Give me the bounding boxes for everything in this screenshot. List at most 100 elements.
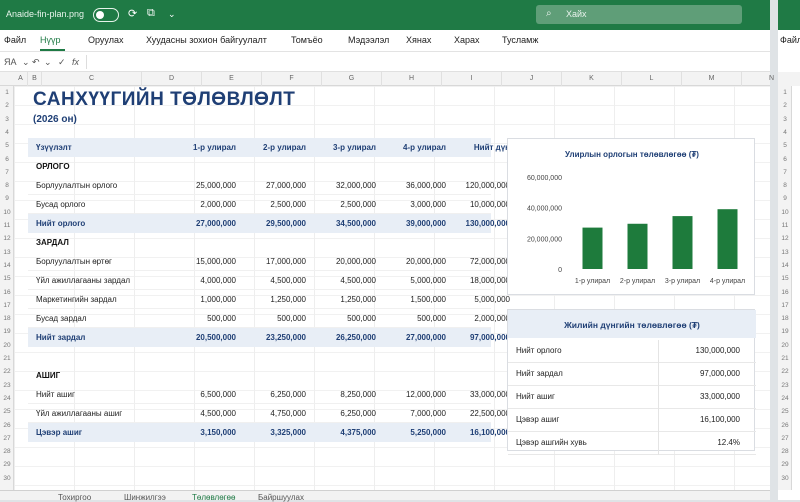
row-header[interactable]: 18 bbox=[0, 315, 14, 322]
row-header[interactable]: 25 bbox=[0, 408, 14, 415]
column-header-H[interactable]: H bbox=[382, 72, 442, 86]
row-header[interactable]: 26 bbox=[0, 422, 14, 429]
second-menu-file[interactable]: Файл bbox=[780, 35, 800, 45]
table-cell-value[interactable]: 1,000,000 bbox=[174, 295, 236, 304]
summary-value[interactable]: 12.4% bbox=[717, 438, 740, 447]
check-icon[interactable]: ✓ bbox=[58, 57, 66, 68]
table-cell-value[interactable]: 15,000,000 bbox=[174, 257, 236, 266]
table-cell-label[interactable]: Нийт орлого bbox=[36, 219, 85, 228]
table-cell-value[interactable]: 27,000,000 bbox=[244, 181, 306, 190]
undo-icon[interactable]: ↶ bbox=[32, 57, 40, 68]
row-header[interactable]: 28 bbox=[0, 448, 14, 455]
column-header-D[interactable]: D bbox=[142, 72, 202, 86]
formula-input[interactable] bbox=[86, 55, 766, 69]
column-header-G[interactable]: G bbox=[322, 72, 382, 86]
table-cell-value[interactable]: 20,000,000 bbox=[384, 257, 446, 266]
table-cell-value[interactable]: 120,000,000 bbox=[448, 181, 511, 190]
table-cell-value[interactable]: 10,000,000 bbox=[448, 200, 510, 209]
chevron-down-icon[interactable]: ⌄ bbox=[168, 9, 176, 20]
menu-item-4[interactable]: Томъёо bbox=[291, 35, 323, 45]
table-cell-value[interactable]: 23,250,000 bbox=[244, 333, 306, 342]
table-cell-value[interactable]: 500,000 bbox=[174, 314, 236, 323]
table-cell-value[interactable]: 33,000,000 bbox=[448, 390, 510, 399]
row-header[interactable]: 8 bbox=[0, 182, 14, 189]
summary-value[interactable]: 97,000,000 bbox=[700, 369, 740, 378]
table-cell-value[interactable]: 36,000,000 bbox=[384, 181, 446, 190]
table-cell-value[interactable]: 26,250,000 bbox=[314, 333, 376, 342]
row-header[interactable]: 1 bbox=[0, 89, 14, 96]
table-cell-value[interactable]: 3,325,000 bbox=[244, 428, 306, 437]
menu-item-7[interactable]: Харах bbox=[454, 35, 480, 45]
column-header-I[interactable]: I bbox=[442, 72, 502, 86]
column-header-C[interactable]: C bbox=[42, 72, 142, 86]
row-header[interactable]: 16 bbox=[0, 289, 14, 296]
table-cell-value[interactable]: 2,500,000 bbox=[244, 200, 306, 209]
row-header[interactable]: 23 bbox=[0, 382, 14, 389]
fx-icon[interactable]: fx bbox=[72, 57, 79, 67]
row-header[interactable]: 7 bbox=[0, 169, 14, 176]
table-cell-value[interactable]: 6,500,000 bbox=[174, 390, 236, 399]
row-header[interactable]: 10 bbox=[0, 209, 14, 216]
table-cell-value[interactable]: 18,000,000 bbox=[448, 276, 510, 285]
table-cell-value[interactable]: 2,500,000 bbox=[314, 200, 376, 209]
chevron-down-icon[interactable]: ⌄ bbox=[22, 57, 30, 68]
sheet-tab-3[interactable]: Байршуулах bbox=[258, 493, 304, 502]
table-cell-value[interactable]: 12,000,000 bbox=[384, 390, 446, 399]
row-header[interactable]: 15 bbox=[0, 275, 14, 282]
table-cell-value[interactable]: 27,000,000 bbox=[174, 219, 236, 228]
row-header[interactable]: 19 bbox=[0, 328, 14, 335]
column-header-A[interactable]: A bbox=[14, 72, 28, 86]
search-box[interactable]: ⌕ Хайх bbox=[536, 5, 742, 24]
table-cell-value[interactable]: 97,000,000 bbox=[448, 333, 510, 342]
menu-item-1[interactable]: Нүүр bbox=[40, 35, 61, 45]
table-cell-value[interactable]: 3,150,000 bbox=[174, 428, 236, 437]
menu-item-5[interactable]: Мэдээлэл bbox=[348, 35, 389, 45]
chevron-down-icon[interactable]: ⌄ bbox=[44, 57, 52, 68]
summary-value[interactable]: 16,100,000 bbox=[700, 415, 740, 424]
row-header[interactable]: 3 bbox=[0, 116, 14, 123]
table-cell-label[interactable]: Маркетингийн зардал bbox=[36, 295, 117, 304]
table-cell-value[interactable]: 29,500,000 bbox=[244, 219, 306, 228]
table-cell-value[interactable]: 25,000,000 bbox=[174, 181, 236, 190]
table-cell-value[interactable]: 4,375,000 bbox=[314, 428, 376, 437]
sheet-tab-2[interactable]: Төлөвлөгөө bbox=[192, 493, 235, 502]
row-header[interactable]: 11 bbox=[0, 222, 14, 229]
column-header-M[interactable]: M bbox=[682, 72, 742, 86]
table-cell-value[interactable]: 16,100,000 bbox=[448, 428, 510, 437]
table-cell-label[interactable]: Үйл ажиллагааны ашиг bbox=[36, 409, 122, 418]
table-cell-label[interactable]: Борлуулалтын өртөг bbox=[36, 257, 112, 266]
table-cell-label[interactable]: Борлуулалтын орлого bbox=[36, 181, 117, 190]
row-header[interactable]: 9 bbox=[0, 195, 14, 202]
table-cell-value[interactable]: 27,000,000 bbox=[384, 333, 446, 342]
table-cell-value[interactable]: 6,250,000 bbox=[244, 390, 306, 399]
menu-item-3[interactable]: Хуудасны зохион байгуулалт bbox=[146, 35, 267, 45]
table-cell-label[interactable]: ОРЛОГО bbox=[36, 162, 70, 171]
row-header[interactable]: 24 bbox=[0, 395, 14, 402]
table-cell-value[interactable]: 1,500,000 bbox=[384, 295, 446, 304]
row-header[interactable]: 21 bbox=[0, 355, 14, 362]
row-header[interactable]: 4 bbox=[0, 129, 14, 136]
row-header[interactable]: 12 bbox=[0, 235, 14, 242]
row-header[interactable]: 5 bbox=[0, 142, 14, 149]
table-cell-value[interactable]: 500,000 bbox=[314, 314, 376, 323]
table-cell-value[interactable]: 39,000,000 bbox=[384, 219, 446, 228]
table-cell-value[interactable]: 32,000,000 bbox=[314, 181, 376, 190]
sheet-tab-1[interactable]: Шинжилгээ bbox=[124, 493, 166, 502]
row-header[interactable]: 27 bbox=[0, 435, 14, 442]
row-header[interactable]: 6 bbox=[0, 156, 14, 163]
table-cell-value[interactable]: 4,750,000 bbox=[244, 409, 306, 418]
table-cell-value[interactable]: 4,000,000 bbox=[174, 276, 236, 285]
table-cell-label[interactable]: Бусад зардал bbox=[36, 314, 87, 323]
table-cell-value[interactable]: 34,500,000 bbox=[314, 219, 376, 228]
table-cell-value[interactable]: 6,250,000 bbox=[314, 409, 376, 418]
table-cell-label[interactable]: АШИГ bbox=[36, 371, 60, 380]
row-header[interactable]: 30 bbox=[0, 475, 14, 482]
refresh-icon[interactable]: ⟳ bbox=[128, 7, 137, 20]
share-icon[interactable]: ⧉ bbox=[147, 7, 155, 20]
table-cell-value[interactable]: 500,000 bbox=[244, 314, 306, 323]
table-cell-value[interactable]: 1,250,000 bbox=[314, 295, 376, 304]
table-cell-value[interactable]: 4,500,000 bbox=[244, 276, 306, 285]
summary-value[interactable]: 33,000,000 bbox=[700, 392, 740, 401]
table-cell-value[interactable]: 130,000,000 bbox=[448, 219, 511, 228]
column-header-E[interactable]: E bbox=[202, 72, 262, 86]
